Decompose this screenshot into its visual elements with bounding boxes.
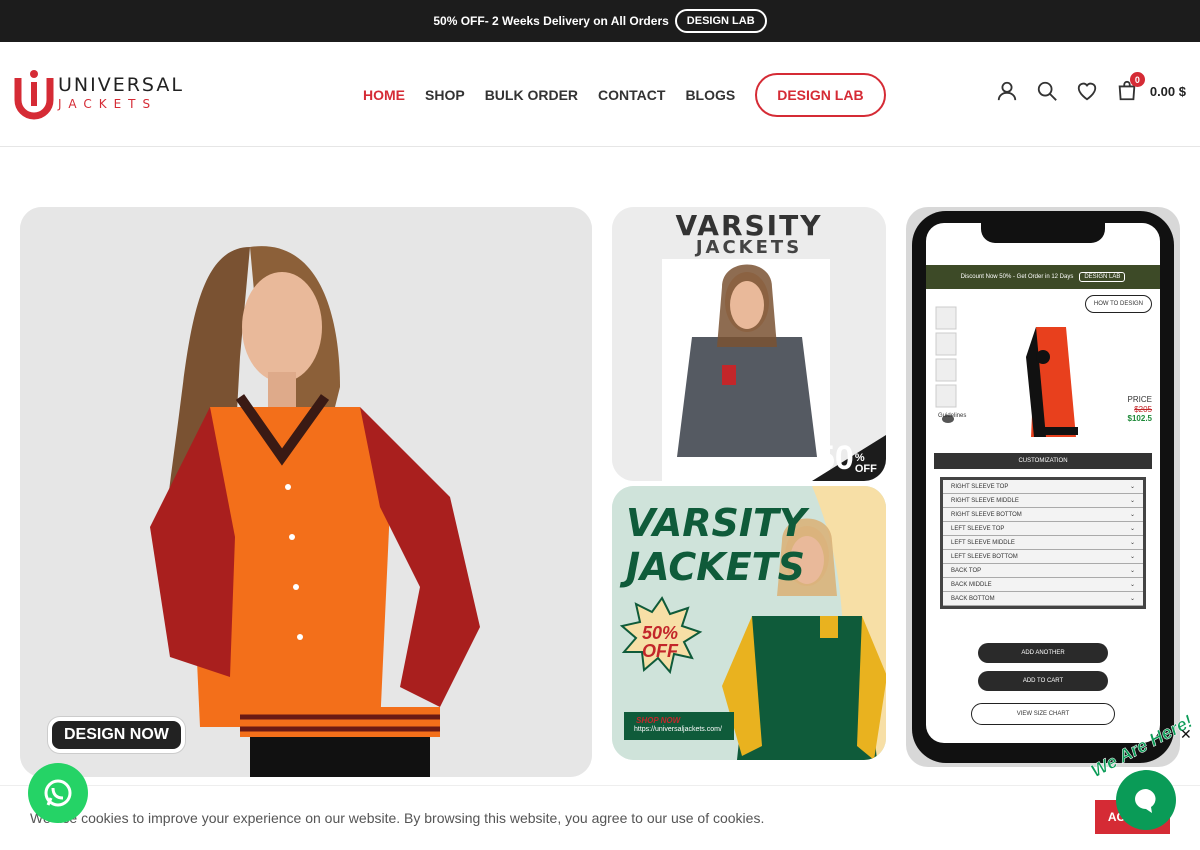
tile2-shop-now: SHOP NOW xyxy=(636,716,681,725)
phone-jacket-preview xyxy=(935,306,1078,437)
phone-new-price: $102.5 xyxy=(1127,414,1152,424)
logo-mark-icon xyxy=(14,68,54,120)
phone-custom-row: LEFT SLEEVE TOP ⌄ xyxy=(943,522,1143,536)
varsity-jackets-promo-tile[interactable]: VARSITY JACKETS 50 % OFF xyxy=(612,207,886,481)
varsity-jackets-sale-tile[interactable]: VARSITY JACKETS 50% OFF SHOP NOW https:/… xyxy=(612,486,886,760)
header-icons: 0 0.00 $ xyxy=(996,72,1186,102)
phone-size-chart: VIEW SIZE CHART xyxy=(971,703,1115,725)
phone-custom-row: LEFT SLEEVE MIDDLE ⌄ xyxy=(943,536,1143,550)
wishlist-heart-icon[interactable] xyxy=(1076,80,1098,102)
phone-custom-row: RIGHT SLEEVE BOTTOM ⌄ xyxy=(943,508,1143,522)
phone-banner: Discount Now 50% - Get Order in 12 Days … xyxy=(926,265,1160,289)
phone-old-price: $205 xyxy=(1134,404,1152,414)
phone-custom-row: BACK MIDDLE ⌄ xyxy=(943,578,1143,592)
design-lab-phone-tile[interactable]: Discount Now 50% - Get Order in 12 Days … xyxy=(906,207,1180,767)
phone-price: PRICE $205 $102.5 xyxy=(1128,395,1152,424)
design-now-button[interactable]: DESIGN NOW xyxy=(48,717,185,753)
nav-shop[interactable]: SHOP xyxy=(425,87,465,103)
phone-banner-text: Discount Now 50% - Get Order in 12 Days xyxy=(960,274,1074,280)
account-icon[interactable] xyxy=(996,80,1018,102)
promo-bar: 50% OFF- 2 Weeks Delivery on All Orders … xyxy=(0,0,1200,42)
nav-bulk-order[interactable]: BULK ORDER xyxy=(485,87,578,103)
logo-line1: UNIVERSAL xyxy=(58,74,184,96)
promo-design-lab-button[interactable]: DESIGN LAB xyxy=(674,9,767,33)
tile2-burst-percent: 50% xyxy=(642,623,679,643)
phone-screen: Discount Now 50% - Get Order in 12 Days … xyxy=(926,223,1160,743)
phone-banner-button: DESIGN LAB xyxy=(1079,272,1126,282)
whatsapp-button[interactable] xyxy=(28,763,88,823)
nav-design-lab-button[interactable]: DESIGN LAB xyxy=(755,72,886,117)
tile1-badge-number: 50 xyxy=(816,439,854,477)
nav-home[interactable]: HOME xyxy=(363,87,405,103)
tile2-title-line2: JACKETS xyxy=(626,545,805,589)
chat-close-icon[interactable]: ✕ xyxy=(1180,726,1192,743)
promo-text: 50% OFF- 2 Weeks Delivery on All Orders xyxy=(433,14,669,28)
tile2-url: https://universaljackets.com/ xyxy=(634,726,722,733)
logo-line2: JACKETS xyxy=(58,97,158,111)
phone-custom-row: LEFT SLEEVE BOTTOM ⌄ xyxy=(943,550,1143,564)
tile1-discount-badge: 50 % OFF xyxy=(816,441,877,475)
phone-custom-row: BACK TOP ⌄ xyxy=(943,564,1143,578)
phone-customization-list: RIGHT SLEEVE TOP ⌄ RIGHT SLEEVE MIDDLE ⌄ R… xyxy=(940,477,1146,609)
phone-add-to-cart: ADD TO CART xyxy=(926,671,1160,691)
nav-blogs[interactable]: BLOGS xyxy=(685,87,735,103)
whatsapp-icon xyxy=(44,779,72,807)
phone-guidelines: Guidelines xyxy=(938,413,967,419)
hero-image[interactable] xyxy=(20,207,592,777)
cart-button[interactable]: 0 0.00 $ xyxy=(1116,72,1186,102)
phone-price-label: PRICE xyxy=(1127,395,1152,404)
tile1-subtitle: JACKETS xyxy=(695,237,803,258)
main-nav: HOME SHOP BULK ORDER CONTACT BLOGS DESIG… xyxy=(363,42,886,147)
phone-custom-row: RIGHT SLEEVE TOP ⌄ xyxy=(943,480,1143,494)
chat-bubble-icon xyxy=(1135,789,1156,813)
phone-customization-header: CUSTOMIZATION xyxy=(934,453,1152,469)
logo[interactable]: UNIVERSAL JACKETS xyxy=(14,68,184,120)
phone-custom-row: BACK BOTTOM ⌄ xyxy=(943,592,1143,606)
phone-notch xyxy=(981,223,1105,243)
search-icon[interactable] xyxy=(1036,80,1058,102)
cookie-notice: We use cookies to improve your experienc… xyxy=(0,785,1200,850)
cart-count-badge: 0 xyxy=(1129,72,1145,87)
hero-model-illustration xyxy=(20,207,592,777)
tile2-title: VARSITY JACKETS xyxy=(626,504,806,586)
nav-contact[interactable]: CONTACT xyxy=(598,87,665,103)
site-header: UNIVERSAL JACKETS HOME SHOP BULK ORDER C… xyxy=(0,42,1200,147)
phone-add-another: ADD ANOTHER xyxy=(926,643,1160,663)
cart-total: 0.00 $ xyxy=(1149,83,1186,99)
tile1-badge-off: OFF xyxy=(854,463,877,475)
live-chat-button[interactable] xyxy=(1116,770,1176,830)
cookie-text: We use cookies to improve your experienc… xyxy=(30,810,765,826)
tile2-title-line1: VARSITY xyxy=(626,501,807,545)
tile2-burst-text: 50% OFF xyxy=(642,624,678,660)
phone-custom-row: RIGHT SLEEVE MIDDLE ⌄ xyxy=(943,494,1143,508)
tile2-burst-off: OFF xyxy=(642,641,679,661)
